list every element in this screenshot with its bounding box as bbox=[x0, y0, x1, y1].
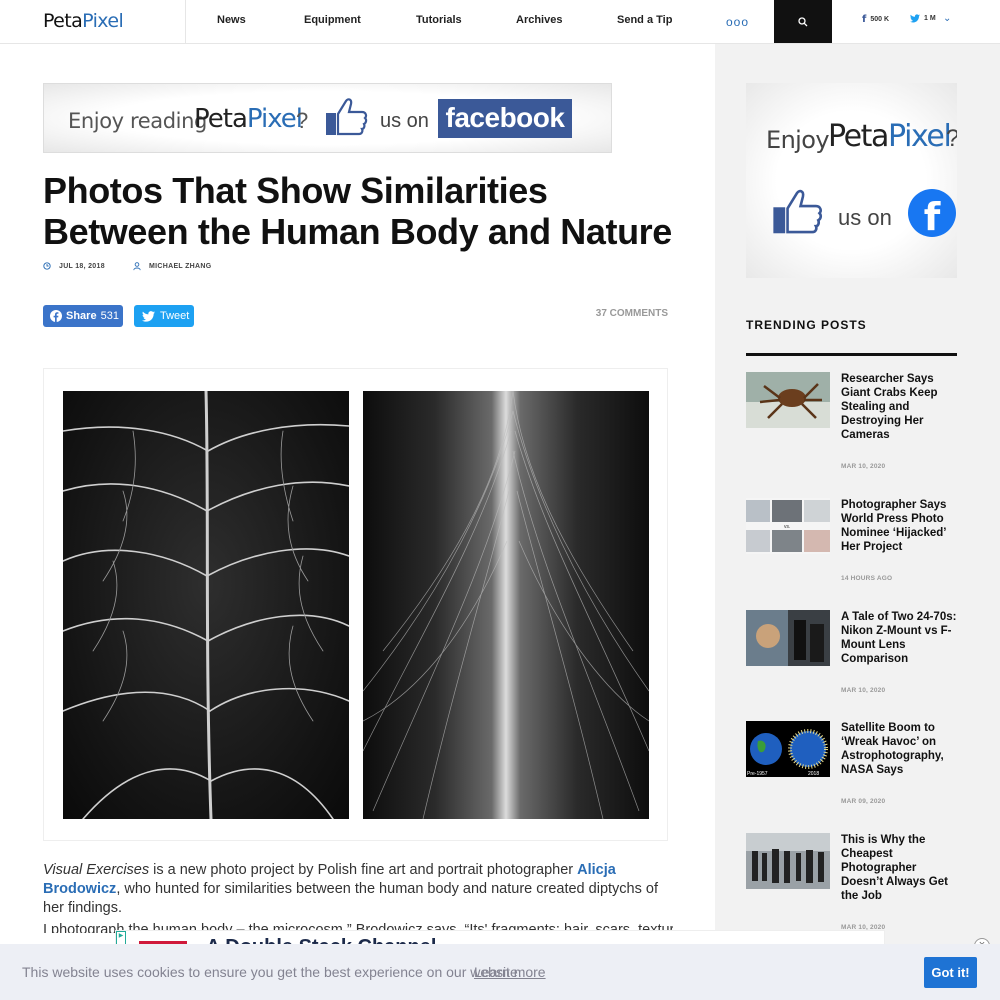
article-date: JUL 18, 2018 bbox=[43, 262, 105, 270]
cookie-banner: This website uses cookies to ensure you … bbox=[0, 944, 1000, 1000]
logo-text-peta: Peta bbox=[43, 10, 83, 32]
ad-logo-icon: ▶ bbox=[116, 931, 126, 945]
comments-link[interactable]: 37 COMMENTS bbox=[560, 308, 668, 319]
tweet-label: Tweet bbox=[160, 310, 190, 322]
facebook-share-button[interactable]: Share 531 bbox=[43, 305, 123, 327]
logo-text-pixel: Pixel bbox=[82, 10, 124, 32]
sidebar-ad-uson: us on bbox=[838, 205, 892, 230]
banner-brand-pixel: Pixel bbox=[246, 104, 303, 134]
post-title[interactable]: Researcher Says Giant Crabs Keep Stealin… bbox=[841, 372, 959, 442]
site-logo[interactable]: PetaPixel bbox=[43, 10, 124, 32]
user-icon bbox=[133, 262, 141, 271]
nav-item-equipment[interactable]: Equipment bbox=[304, 14, 361, 26]
top-navigation-bar: PetaPixel News Equipment Tutorials Archi… bbox=[0, 0, 1000, 44]
para1-text-a: is a new photo project by Polish fine ar… bbox=[149, 862, 578, 878]
post-thumbnail: vs. bbox=[746, 498, 830, 554]
sidebar-ad-enjoy: Enjoy bbox=[766, 126, 830, 154]
twitter-follow[interactable]: 1 M bbox=[910, 14, 936, 23]
banner-uson-text: us on bbox=[380, 110, 429, 132]
thumbs-up-icon bbox=[326, 98, 368, 136]
banner-brand-peta: Peta bbox=[194, 104, 248, 134]
article-author-text: MICHAEL ZHANG bbox=[149, 263, 212, 270]
article-image bbox=[43, 368, 668, 841]
more-icon[interactable]: ooo bbox=[726, 15, 749, 29]
tweet-button[interactable]: Tweet bbox=[134, 305, 194, 327]
search-button[interactable] bbox=[774, 0, 832, 43]
twitter-icon bbox=[142, 310, 155, 322]
trending-divider bbox=[746, 353, 957, 356]
learn-more-link[interactable]: Learn more bbox=[474, 964, 546, 980]
facebook-icon: f bbox=[862, 14, 867, 25]
thumbs-up-icon bbox=[773, 189, 823, 234]
project-name: Visual Exercises bbox=[43, 862, 150, 878]
banner-question: ? bbox=[296, 108, 309, 133]
article-date-text: JUL 18, 2018 bbox=[59, 262, 105, 270]
photo-comparison-thumbnail-drawing: vs. bbox=[746, 498, 830, 554]
banner-brand: PetaPixel bbox=[194, 104, 303, 134]
article-title: Photos That Show Similarities Between th… bbox=[43, 170, 672, 252]
got-it-button[interactable]: Got it! bbox=[924, 957, 977, 988]
banner-enjoy-text: Enjoy reading bbox=[68, 109, 207, 133]
logo-divider bbox=[185, 0, 186, 43]
facebook-follow[interactable]: f 500 K bbox=[862, 14, 889, 25]
post-thumbnail bbox=[746, 372, 830, 428]
vs-label: vs. bbox=[784, 524, 790, 530]
trending-posts-heading: TRENDING POSTS bbox=[746, 318, 867, 332]
chevron-down-icon[interactable]: ⌄ bbox=[943, 13, 951, 24]
para1-text-b: , who hunted for similarities between th… bbox=[43, 881, 658, 916]
banner-facebook-logo: facebook bbox=[438, 99, 572, 138]
lens-thumbnail-drawing bbox=[746, 610, 830, 666]
clock-icon bbox=[43, 262, 51, 270]
article-paragraph-1: Visual Exercises is a new photo project … bbox=[43, 861, 673, 918]
post-thumbnail: Pre-1957 2018 bbox=[746, 721, 830, 777]
post-title[interactable]: Photographer Says World Press Photo Nomi… bbox=[841, 498, 959, 554]
sidebar-ad[interactable]: Enjoy PetaPixel ? us on f bbox=[746, 83, 957, 278]
hair-strands-drawing bbox=[363, 391, 649, 819]
nav-item-tutorials[interactable]: Tutorials bbox=[416, 14, 462, 26]
post-date: 14 HOURS AGO bbox=[841, 575, 893, 582]
post-date: MAR 09, 2020 bbox=[841, 798, 886, 805]
share-count: 531 bbox=[100, 310, 119, 322]
post-date: MAR 10, 2020 bbox=[841, 463, 886, 470]
search-icon bbox=[798, 16, 808, 26]
cookie-message: This website uses cookies to ensure you … bbox=[22, 964, 522, 980]
crab-thumbnail-drawing bbox=[746, 372, 830, 428]
facebook-icon: f bbox=[908, 189, 956, 239]
twitter-count: 1 M bbox=[924, 15, 936, 22]
post-title[interactable]: This is Why the Cheapest Photographer Do… bbox=[841, 833, 959, 903]
sidebar-ad-brand-pixel: Pixel bbox=[888, 119, 952, 154]
post-title[interactable]: Satellite Boom to ‘Wreak Havoc’ on Astro… bbox=[841, 721, 959, 777]
post-thumbnail bbox=[746, 833, 830, 889]
leaf-veins-drawing bbox=[63, 391, 349, 819]
post-date: MAR 10, 2020 bbox=[841, 687, 886, 694]
article-author[interactable]: MICHAEL ZHANG bbox=[133, 262, 212, 271]
twitter-icon bbox=[910, 14, 920, 23]
nav-item-send-a-tip[interactable]: Send a Tip bbox=[617, 14, 672, 26]
pre-1957-label: Pre-1957 bbox=[747, 771, 768, 777]
post-thumbnail bbox=[746, 610, 830, 666]
nav-item-archives[interactable]: Archives bbox=[516, 14, 562, 26]
facebook-count: 500 K bbox=[870, 16, 890, 23]
sidebar-ad-question: ? bbox=[946, 125, 957, 153]
2018-label: 2018 bbox=[808, 771, 819, 777]
satellite-earth-thumbnail-drawing: Pre-1957 2018 bbox=[746, 721, 830, 777]
post-title[interactable]: A Tale of Two 24-70s: Nikon Z-Mount vs F… bbox=[841, 610, 959, 666]
sidebar-ad-brand-peta: Peta bbox=[828, 119, 889, 154]
leaf-photo bbox=[63, 391, 349, 819]
nav-item-news[interactable]: News bbox=[217, 14, 246, 26]
banner-ad[interactable]: Enjoy reading PetaPixel ? us on facebook bbox=[43, 83, 612, 153]
facebook-icon bbox=[50, 310, 62, 322]
share-label: Share bbox=[66, 310, 97, 322]
hair-photo bbox=[363, 391, 649, 819]
crowd-thumbnail-drawing bbox=[746, 833, 830, 889]
sidebar-ad-brand: PetaPixel bbox=[828, 119, 952, 154]
